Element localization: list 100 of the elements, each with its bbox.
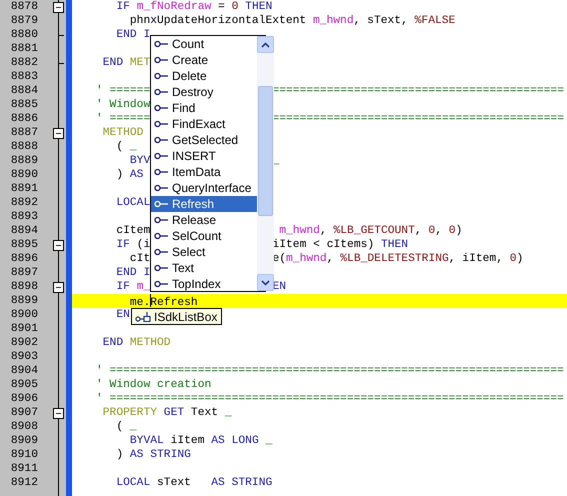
line-number: 8911 (10, 462, 38, 476)
chevron-up-icon (261, 42, 270, 48)
code-line: =========================================== (272, 84, 564, 98)
completion-item[interactable]: GetSelected (151, 132, 258, 148)
line-number: 8897 (10, 266, 38, 280)
line-number: 8902 (10, 336, 38, 350)
scrollbar[interactable] (257, 36, 274, 291)
collapse-icon[interactable] (53, 240, 64, 251)
method-icon (154, 104, 168, 112)
method-icon (154, 216, 168, 224)
code-line: END MET (102, 57, 150, 69)
completion-item[interactable]: SelCount (151, 228, 258, 244)
code-line: LOCAL sText AS STRING (115, 477, 272, 489)
code-line: IF m_fNoRedraw = 0 THEN (115, 1, 272, 13)
collapse-icon[interactable] (53, 128, 64, 139)
line-number: 8886 (10, 112, 38, 126)
method-icon (154, 280, 168, 288)
line-number: 8890 (10, 168, 38, 182)
code-line: ' =================================================================== (96, 393, 564, 405)
chevron-down-icon (261, 280, 270, 286)
completion-item[interactable]: Count (151, 36, 258, 52)
completion-item[interactable]: FindExact (151, 116, 258, 132)
completion-item[interactable]: QueryInterface (151, 180, 258, 196)
method-icon (154, 72, 168, 80)
line-number: 8910 (10, 448, 38, 462)
code-line: phnxUpdateHorizontalExtent m_hwnd, sText, %FALSE (128, 15, 456, 27)
code-line: LOCAL (115, 197, 150, 209)
completion-item[interactable]: Text (151, 260, 258, 276)
completion-item[interactable]: ItemData (151, 164, 258, 180)
code-line: =========================================== (272, 112, 564, 126)
code-line: BYV (128, 154, 150, 168)
line-number: 8892 (10, 196, 38, 210)
line-number: 8893 (10, 210, 38, 224)
method-icon (154, 200, 168, 208)
code-line: IF m_ (115, 280, 150, 294)
collapse-icon[interactable] (53, 282, 64, 293)
scroll-down-button[interactable] (257, 274, 274, 291)
line-number: 8899 (10, 294, 38, 308)
line-number: 8889 (10, 154, 38, 168)
completion-item[interactable]: Find (151, 100, 258, 116)
code-line: ' ====== (96, 84, 150, 98)
method-icon (154, 232, 168, 240)
code-line: METHOD (102, 127, 144, 139)
line-number: 8882 (10, 56, 38, 70)
completion-item[interactable]: Destroy (151, 84, 258, 100)
method-icon (154, 40, 168, 48)
code-line: iItem < cItems) THEN (272, 238, 408, 252)
code-line: ( _ (115, 141, 137, 153)
code-line: EN (115, 309, 130, 321)
line-number: 8908 (10, 420, 38, 434)
completion-item[interactable]: Create (151, 52, 258, 68)
line-number: 8912 (10, 476, 38, 490)
completion-item[interactable]: Delete (151, 68, 258, 84)
code-line: m_hwnd, %LB_GETCOUNT, 0, 0) (278, 224, 462, 238)
line-number: 8900 (10, 308, 38, 322)
line-number: 8906 (10, 392, 38, 406)
line-number: 8887 (10, 126, 38, 140)
line-number: 8905 (10, 378, 38, 392)
collapse-icon[interactable] (53, 2, 64, 13)
line-number: 8907 (10, 406, 38, 420)
code-line: ) AS STRING (115, 449, 191, 461)
line-number: 8901 (10, 322, 38, 336)
method-icon (154, 88, 168, 96)
completion-item[interactable]: Release (151, 212, 258, 228)
completion-item[interactable]: Select (151, 244, 258, 260)
code-line: END I (115, 29, 150, 41)
completion-item[interactable]: INSERT (151, 148, 258, 164)
line-number: 8898 (10, 280, 38, 294)
method-icon (154, 56, 168, 64)
code-line: me.Refresh (96, 297, 198, 308)
scroll-thumb[interactable] (258, 86, 274, 216)
code-line: cItem (115, 224, 150, 238)
code-line: ' Window creation (96, 379, 212, 391)
code-line: ( _ (115, 421, 137, 433)
code-line: PROPERTY GET Text _ (102, 407, 232, 419)
scroll-up-button[interactable] (257, 36, 274, 53)
line-number: 8883 (10, 70, 38, 84)
code-line: IF (i (115, 238, 150, 252)
method-icon (154, 248, 168, 256)
code-line: cIt (128, 252, 150, 266)
code-line: ' ====== (96, 112, 150, 126)
code-line: ) AS (115, 169, 144, 181)
method-icon (154, 168, 168, 176)
completion-item[interactable]: Refresh (151, 196, 258, 212)
code-line: ' Window (96, 99, 150, 111)
completion-item[interactable]: TopIndex (151, 276, 258, 292)
code-line: END METHOD (102, 337, 171, 349)
tooltip-text: ISdkListBox (154, 308, 218, 326)
line-number: 8885 (10, 98, 38, 112)
line-number: 8888 (10, 140, 38, 154)
line-number: 8909 (10, 434, 38, 448)
collapse-icon[interactable] (53, 408, 64, 419)
interface-icon (135, 311, 151, 322)
line-number: 8881 (10, 42, 38, 56)
method-icon (154, 184, 168, 192)
line-number: 8903 (10, 350, 38, 364)
code-line: END I (115, 267, 150, 279)
method-icon (154, 136, 168, 144)
line-number: 8891 (10, 182, 38, 196)
line-number: 8884 (10, 84, 38, 98)
